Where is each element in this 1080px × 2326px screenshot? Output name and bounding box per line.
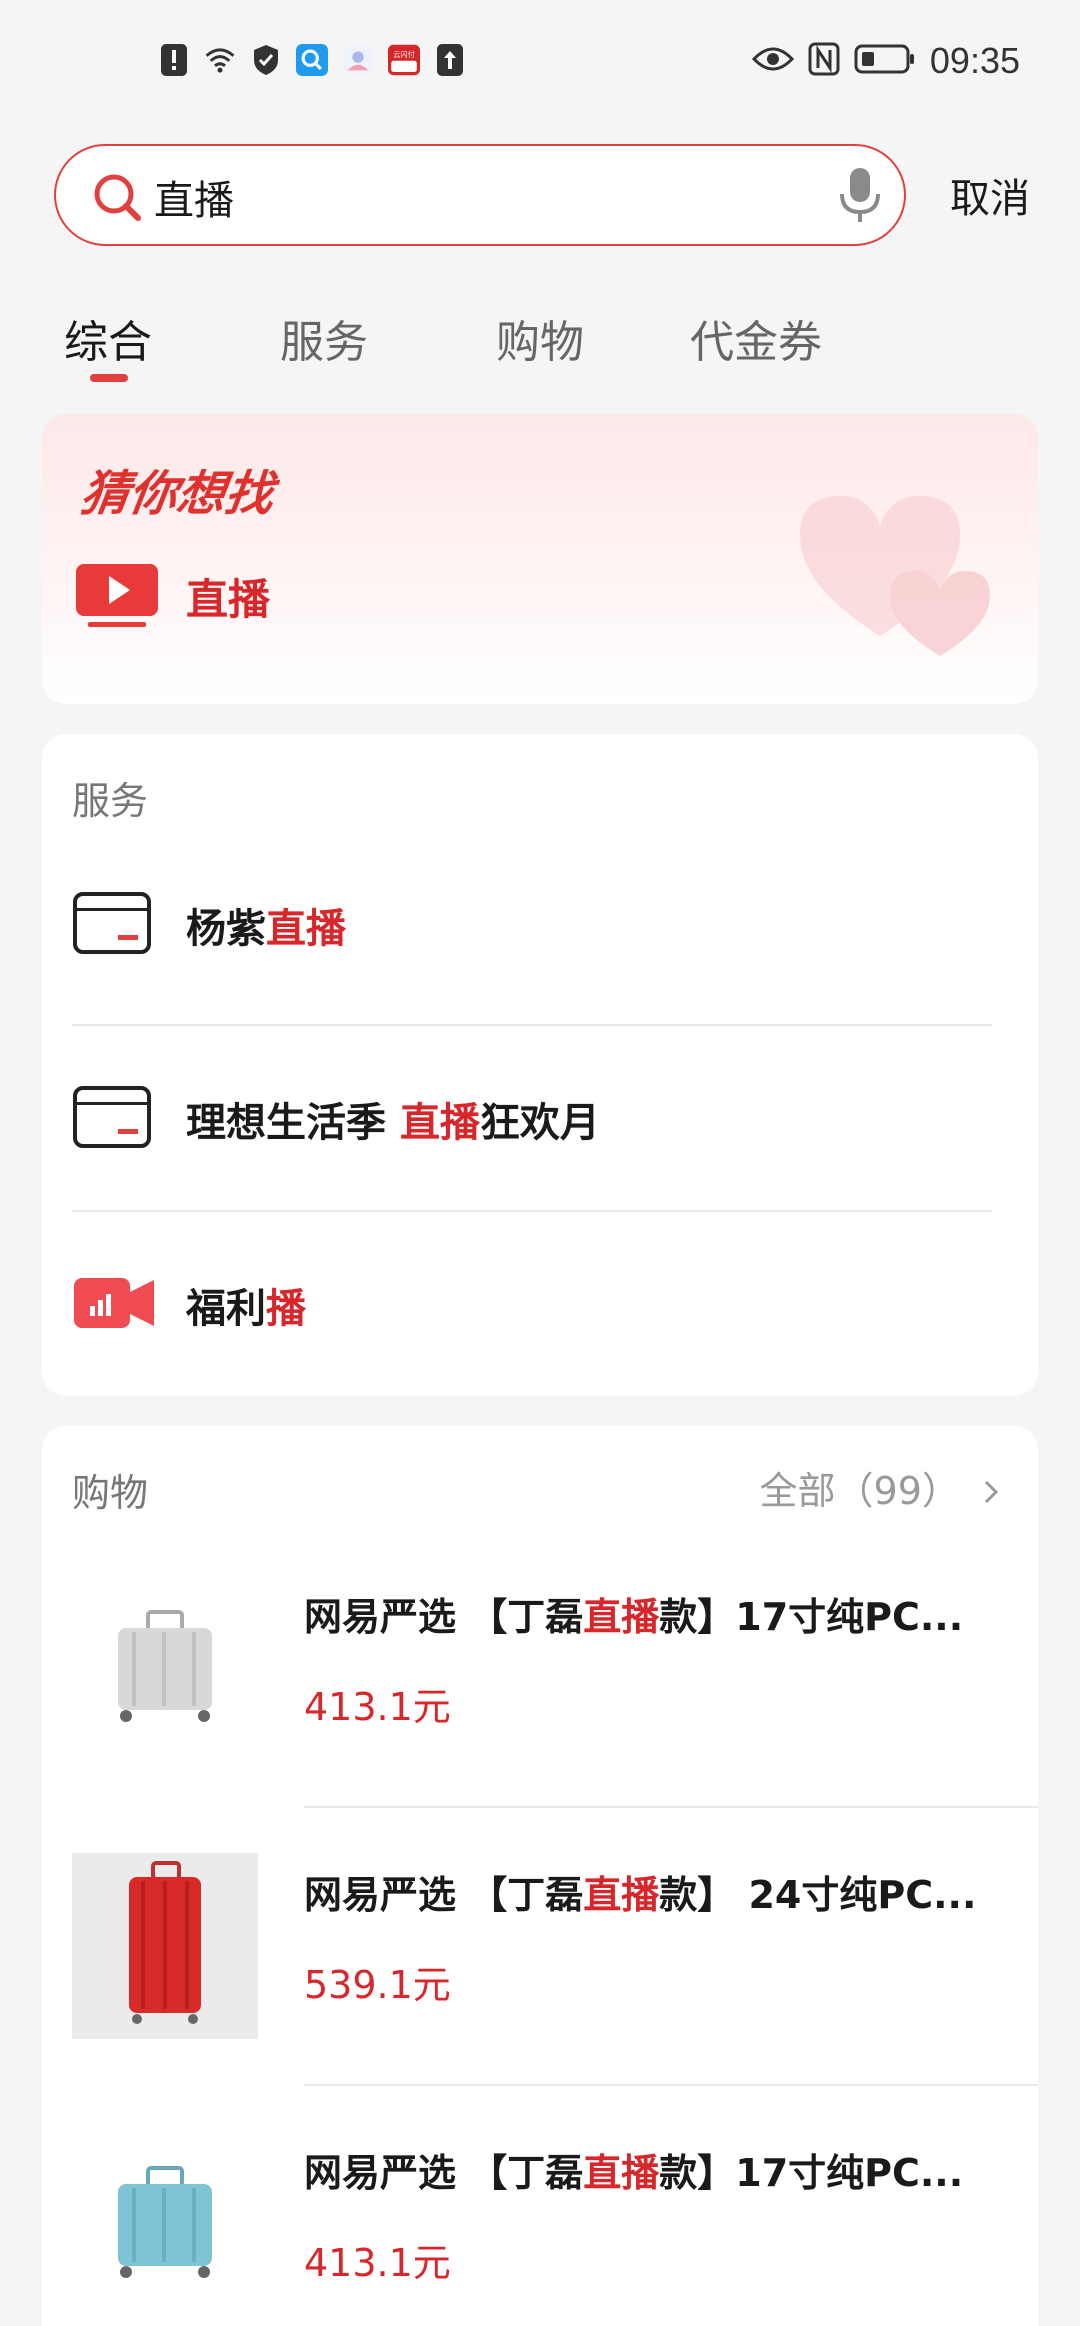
cancel-button[interactable]: 取消 bbox=[950, 166, 1030, 224]
alert-icon bbox=[158, 42, 190, 78]
hearts-decoration-icon bbox=[790, 466, 1010, 670]
product-title: 网易严选 【丁磊直播款】17寸纯PC... bbox=[304, 1595, 964, 1639]
product-item[interactable]: 网易严选 【丁磊直播款】17寸纯PC... 413.1元 bbox=[72, 1530, 1038, 1806]
upload-icon bbox=[434, 42, 466, 78]
suitcase-image bbox=[72, 1853, 258, 2039]
tab-all[interactable]: 综合 bbox=[64, 306, 152, 370]
shopping-title: 购物 bbox=[72, 1471, 149, 1515]
service-item[interactable]: 杨紫直播 bbox=[72, 832, 992, 1018]
chevron-right-icon bbox=[984, 1469, 999, 1513]
services-section: 服务 杨紫直播 理想生活季 直播狂欢月 福利播 bbox=[42, 734, 1038, 1396]
service-item[interactable]: 福利播 bbox=[72, 1212, 992, 1396]
suitcase-image bbox=[72, 2131, 258, 2317]
notification-icons: 云闪付 bbox=[158, 42, 466, 78]
view-all-link[interactable]: 全部（99） bbox=[759, 1460, 999, 1515]
card-icon bbox=[72, 1085, 152, 1153]
card-icon bbox=[72, 891, 152, 959]
guess-title: 猜你想找 bbox=[77, 466, 278, 522]
system-icons: 09:35 bbox=[751, 40, 1020, 82]
search-query[interactable]: 直播 bbox=[154, 168, 234, 226]
quickpass-app-icon: 云闪付 bbox=[388, 42, 420, 78]
nfc-icon bbox=[808, 42, 840, 80]
search-icon bbox=[90, 170, 144, 228]
active-tab-indicator bbox=[90, 374, 128, 382]
product-item[interactable]: 网易严选 【丁磊直播款】 24寸纯PC... 539.1元 bbox=[72, 1808, 1038, 2084]
service-item[interactable]: 理想生活季 直播狂欢月 bbox=[72, 1026, 992, 1212]
tab-shopping[interactable]: 购物 bbox=[496, 306, 584, 370]
photo-app-icon bbox=[342, 42, 374, 78]
status-bar: 云闪付 09:35 bbox=[0, 0, 1080, 120]
eye-icon bbox=[751, 45, 794, 77]
search-row: 直播 取消 bbox=[54, 144, 1034, 246]
view-all-label: 全部（99） bbox=[759, 1469, 960, 1513]
guess-item-live[interactable]: 直播 bbox=[186, 566, 270, 627]
service-label: 杨紫直播 bbox=[186, 906, 346, 952]
product-price: 539.1元 bbox=[304, 1963, 451, 2007]
service-label: 福利播 bbox=[186, 1286, 306, 1332]
product-price: 413.1元 bbox=[304, 2241, 451, 2285]
product-item[interactable]: 网易严选 【丁磊直播款】17寸纯PC... 413.1元 bbox=[72, 2086, 1038, 2326]
live-play-icon bbox=[74, 562, 160, 636]
wifi-icon bbox=[204, 42, 236, 78]
tab-vouchers[interactable]: 代金券 bbox=[690, 306, 822, 370]
battery-icon bbox=[854, 43, 916, 79]
guess-you-want-card: 猜你想找 直播 bbox=[42, 414, 1038, 704]
product-title: 网易严选 【丁磊直播款】 24寸纯PC... bbox=[304, 1873, 977, 1917]
services-title: 服务 bbox=[72, 779, 149, 823]
video-camera-icon bbox=[72, 1274, 156, 1336]
search-app-icon bbox=[296, 42, 328, 78]
microphone-icon[interactable] bbox=[838, 166, 882, 230]
shield-icon bbox=[250, 42, 282, 78]
service-label: 理想生活季 直播狂欢月 bbox=[186, 1100, 600, 1146]
svg-text:云闪付: 云闪付 bbox=[393, 50, 415, 59]
shopping-section: 购物 全部（99） 网易严选 【丁磊直播款】17寸纯PC... 413.1元 网… bbox=[42, 1426, 1038, 2326]
clock: 09:35 bbox=[929, 40, 1020, 81]
suitcase-image bbox=[72, 1575, 258, 1761]
product-price: 413.1元 bbox=[304, 1685, 451, 1729]
product-title: 网易严选 【丁磊直播款】17寸纯PC... bbox=[304, 2151, 964, 2195]
tab-services[interactable]: 服务 bbox=[280, 306, 368, 370]
search-input[interactable]: 直播 bbox=[54, 144, 906, 246]
